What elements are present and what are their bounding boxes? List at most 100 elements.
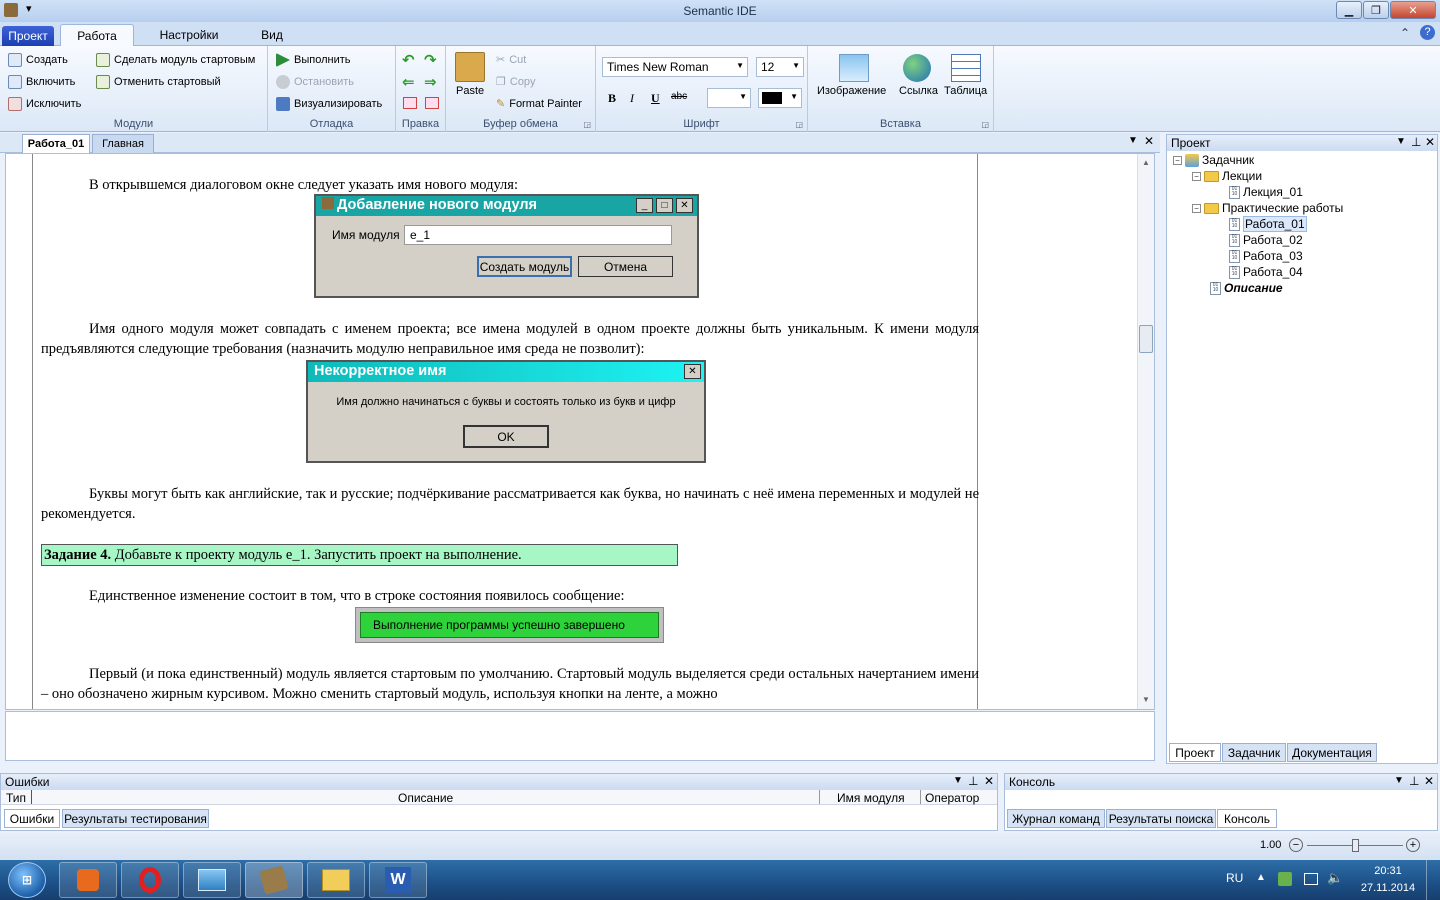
panel-menu-icon[interactable]: ▼ — [1396, 136, 1406, 147]
stop-button[interactable]: Остановить — [276, 75, 354, 89]
language-indicator[interactable]: RU — [1226, 871, 1243, 885]
photo-viewer-taskbar-button[interactable] — [183, 862, 241, 898]
panel-tab-tasks[interactable]: Задачник — [1222, 743, 1286, 762]
column-operator[interactable]: Оператор — [925, 791, 979, 805]
run-button[interactable]: Выполнить — [276, 53, 350, 67]
tree-item-work02[interactable]: 01 10 Работа_02 — [1229, 232, 1303, 248]
zoom-slider[interactable] — [1307, 839, 1403, 852]
help-icon[interactable]: ? — [1420, 25, 1435, 40]
panel-tab-docs[interactable]: Документация — [1287, 743, 1377, 762]
arrow-left-icon[interactable]: ⇐ — [402, 73, 415, 91]
dialog-launcher-icon[interactable]: ◲ — [795, 120, 803, 129]
insert-table-button[interactable]: Таблица — [944, 85, 987, 97]
ribbon-collapse-icon[interactable]: ⌃ — [1400, 26, 1410, 40]
arrow-right-icon[interactable]: ⇒ — [424, 73, 437, 91]
security-icon[interactable] — [1278, 872, 1292, 886]
create-module-button[interactable]: Создать — [8, 53, 68, 67]
pin-icon[interactable]: ⊥ — [968, 774, 978, 788]
panel-menu-icon[interactable]: ▼ — [953, 775, 963, 786]
tree-item-root[interactable]: − Задачник — [1173, 152, 1254, 168]
copy-button[interactable]: ❐ Copy — [496, 75, 536, 89]
column-description[interactable]: Описание — [398, 791, 453, 805]
replace-all-icon[interactable] — [425, 97, 439, 109]
zoom-out-icon[interactable]: − — [1289, 838, 1303, 852]
close-tab-icon[interactable]: ✕ — [1144, 134, 1154, 148]
tab-work[interactable]: Работа — [60, 24, 134, 46]
clock-date[interactable]: 27.11.2014 — [1356, 882, 1420, 894]
tab-menu-icon[interactable]: ▼ — [1128, 135, 1138, 146]
document-editor[interactable]: В открывшемся диалоговом окне следует ук… — [5, 153, 1155, 710]
bold-button[interactable]: B — [608, 91, 616, 106]
semantic-ide-taskbar-button[interactable] — [245, 862, 303, 898]
opera-taskbar-button[interactable] — [121, 862, 179, 898]
table-icon[interactable] — [951, 54, 981, 82]
show-hidden-icons-icon[interactable]: ▲ — [1256, 872, 1266, 883]
tree-item-lectures[interactable]: − Лекции — [1192, 168, 1262, 184]
panel-tab-project[interactable]: Проект — [1169, 743, 1221, 762]
network-icon[interactable] — [1304, 873, 1318, 885]
insert-image-button[interactable]: Изображение — [817, 85, 886, 97]
undo-icon[interactable]: ↶ — [402, 51, 415, 69]
panel-menu-icon[interactable]: ▼ — [1394, 775, 1404, 786]
tree-item-work01[interactable]: 01 10 Работа_01 — [1229, 216, 1307, 232]
cancel-start-module-button[interactable]: Отменить стартовый — [96, 75, 221, 89]
tree-item-description[interactable]: 01 10 Описание — [1210, 280, 1283, 296]
scroll-down-icon[interactable]: ▼ — [1142, 695, 1150, 704]
close-panel-icon[interactable]: ✕ — [1424, 774, 1434, 788]
panel-tab-test-results[interactable]: Результаты тестирования — [62, 809, 209, 828]
strikethrough-button[interactable]: abc — [671, 91, 687, 102]
collapse-icon[interactable]: − — [1192, 171, 1201, 181]
collapse-icon[interactable]: − — [1192, 203, 1201, 213]
cut-button[interactable]: ✂ Cut — [496, 53, 526, 67]
panel-tab-search-results[interactable]: Результаты поиска — [1106, 809, 1216, 828]
tree-item-work04[interactable]: 01 10 Работа_04 — [1229, 264, 1303, 280]
include-module-button[interactable]: Включить — [8, 75, 75, 89]
collapse-icon[interactable]: − — [1173, 155, 1182, 165]
close-panel-icon[interactable]: ✕ — [1425, 135, 1435, 149]
tree-item-work03[interactable]: 01 10 Работа_03 — [1229, 248, 1303, 264]
pin-icon[interactable]: ⊥ — [1411, 135, 1421, 149]
text-color-select[interactable]: ▼ — [758, 88, 802, 108]
tree-item-lecture01[interactable]: 01 10 Лекция_01 — [1229, 184, 1303, 200]
show-desktop-button[interactable] — [1426, 860, 1440, 900]
close-panel-icon[interactable]: ✕ — [984, 774, 994, 788]
replace-icon[interactable] — [403, 97, 417, 109]
dialog-launcher-icon[interactable]: ◲ — [981, 120, 989, 129]
scroll-thumb[interactable] — [1139, 325, 1153, 353]
exclude-module-button[interactable]: Исключить — [8, 97, 81, 111]
format-painter-button[interactable]: ✎ Format Painter — [496, 97, 582, 111]
italic-button[interactable]: I — [630, 91, 634, 106]
tree-item-practice[interactable]: − Практические работы — [1192, 200, 1343, 216]
paste-icon[interactable] — [455, 52, 485, 82]
highlight-color-select[interactable]: ▼ — [707, 88, 751, 108]
doc-tab-work01[interactable]: Работа_01 — [22, 134, 90, 153]
close-button[interactable]: ✕ — [1390, 1, 1436, 19]
tab-project[interactable]: Проект — [2, 26, 54, 46]
panel-tab-errors[interactable]: Ошибки — [4, 809, 60, 828]
link-icon[interactable] — [903, 54, 931, 82]
make-start-module-button[interactable]: Сделать модуль стартовым — [96, 53, 255, 67]
panel-tab-command-log[interactable]: Журнал команд — [1007, 809, 1105, 828]
zoom-thumb[interactable] — [1352, 839, 1359, 852]
font-family-select[interactable]: Times New Roman ▼ — [602, 57, 748, 77]
tab-settings[interactable]: Настройки — [152, 24, 226, 46]
paste-button[interactable]: Paste — [456, 85, 484, 97]
start-button[interactable]: ⊞ — [8, 862, 46, 898]
redo-icon[interactable]: ↷ — [424, 51, 437, 69]
insert-link-button[interactable]: Ссылка — [899, 85, 938, 97]
editor-scrollbar[interactable]: ▲ ▼ — [1137, 154, 1154, 709]
image-icon[interactable] — [839, 54, 869, 82]
dialog-launcher-icon[interactable]: ◲ — [583, 120, 591, 129]
volume-icon[interactable]: 🔈 — [1327, 870, 1343, 886]
zoom-in-icon[interactable]: + — [1406, 838, 1420, 852]
pin-icon[interactable]: ⊥ — [1409, 774, 1419, 788]
underline-button[interactable]: U — [651, 91, 660, 106]
visualize-button[interactable]: Визуализировать — [276, 97, 382, 111]
maximize-button[interactable]: ❐ — [1363, 1, 1389, 19]
column-type[interactable]: Тип — [6, 791, 26, 805]
minimize-button[interactable]: ▁ — [1336, 1, 1362, 19]
explorer-taskbar-button[interactable] — [307, 862, 365, 898]
doc-tab-main[interactable]: Главная — [92, 134, 154, 153]
word-taskbar-button[interactable]: W — [369, 862, 427, 898]
tab-view[interactable]: Вид — [252, 24, 292, 46]
